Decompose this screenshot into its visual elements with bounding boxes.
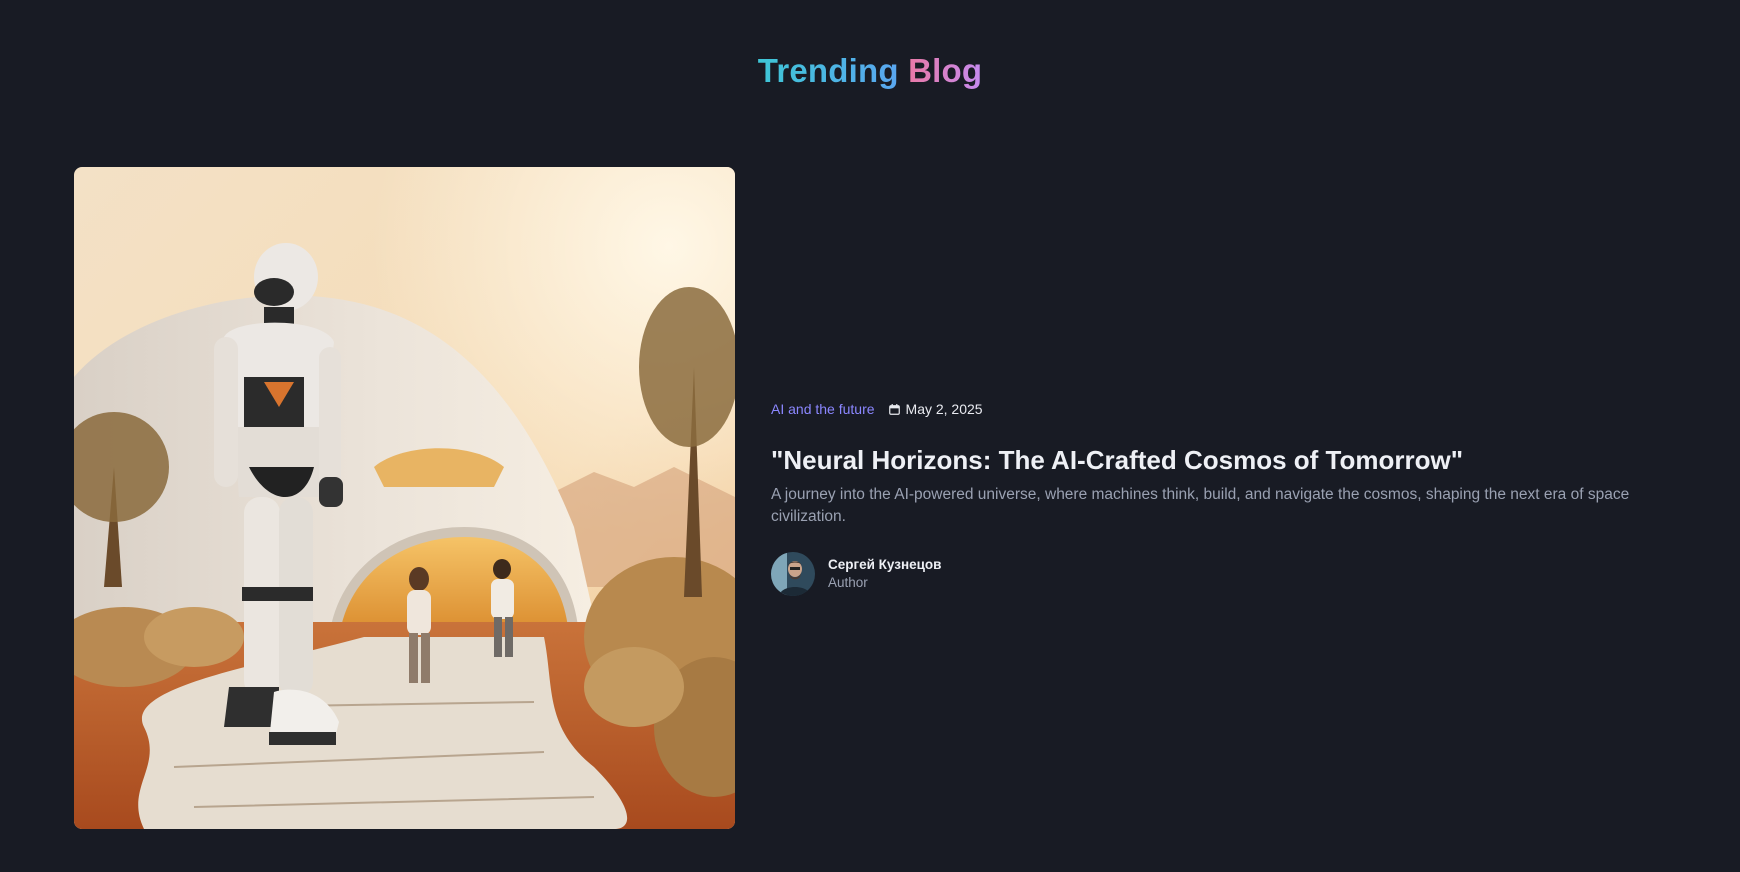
- hero-illustration: [74, 167, 735, 829]
- calendar-icon: [888, 403, 900, 415]
- date-wrap: May 2, 2025: [888, 401, 983, 417]
- category-link[interactable]: AI and the future: [771, 401, 875, 417]
- article-info: AI and the future May 2, 2025 "Neural Ho…: [771, 396, 1691, 596]
- article-date: May 2, 2025: [905, 401, 983, 417]
- author-name[interactable]: Сергей Кузнецов: [828, 556, 941, 574]
- page-title: Trending Blog: [0, 52, 1740, 90]
- article-meta: AI and the future May 2, 2025: [771, 396, 1691, 422]
- author-avatar[interactable]: [771, 552, 815, 596]
- author-photo: [771, 552, 815, 596]
- author-block: Сергей Кузнецов Author: [771, 552, 1691, 596]
- page-title-blog: Blog: [908, 52, 983, 89]
- article-excerpt: A journey into the AI-powered universe, …: [771, 486, 1630, 525]
- page-title-trending: Trending: [757, 52, 899, 89]
- author-text: Сергей Кузнецов Author: [828, 556, 941, 592]
- author-role: Author: [828, 575, 868, 590]
- article-hero-image[interactable]: [74, 167, 735, 829]
- article-title[interactable]: "Neural Horizons: The AI-Crafted Cosmos …: [771, 442, 1691, 478]
